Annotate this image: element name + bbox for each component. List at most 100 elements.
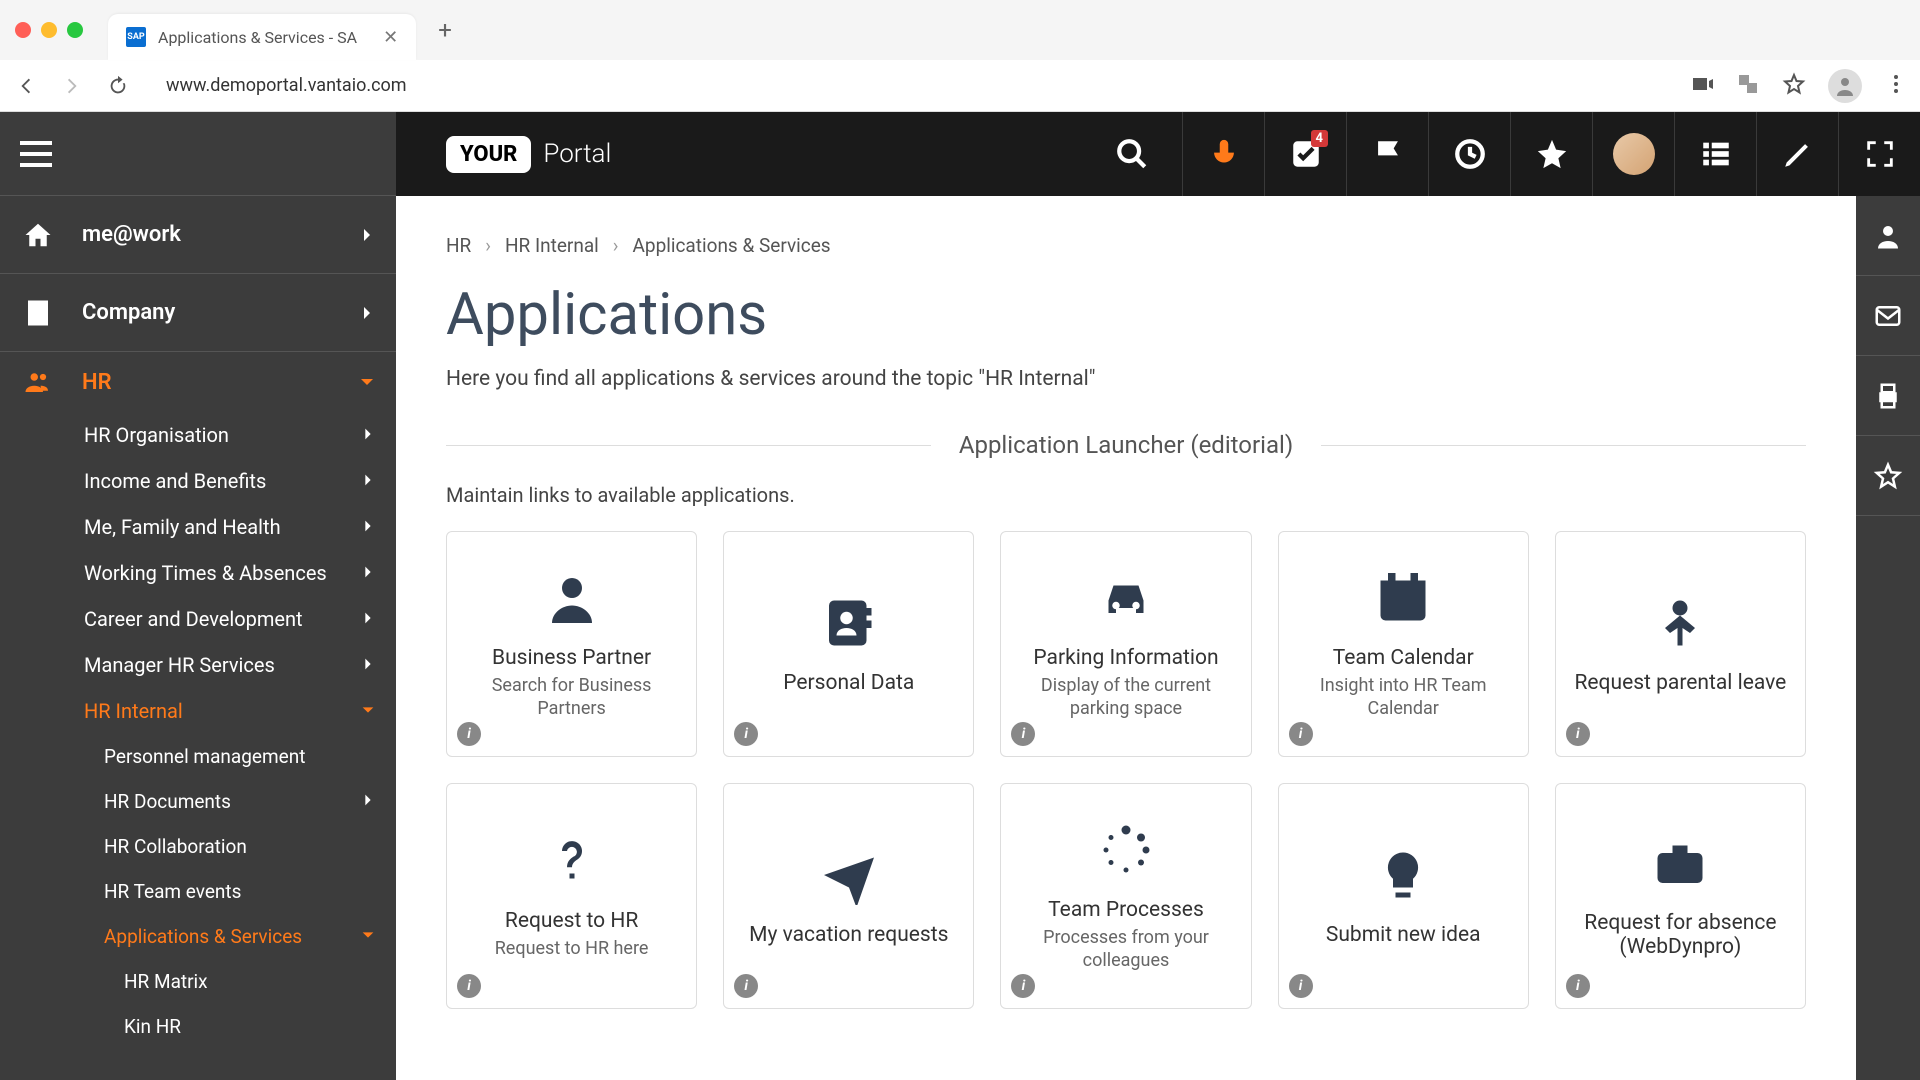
- clock-button[interactable]: [1428, 112, 1510, 196]
- breadcrumb-item: Applications & Services: [633, 234, 831, 257]
- sidebar-item-hr[interactable]: HR: [0, 352, 396, 412]
- calendar-icon: [1373, 568, 1433, 632]
- user-button[interactable]: [1856, 196, 1920, 276]
- breadcrumb-item[interactable]: HR: [446, 234, 471, 257]
- flag-icon: [1371, 137, 1405, 171]
- divider: [446, 445, 931, 446]
- tab-title: Applications & Services - SA: [158, 28, 357, 47]
- voice-button[interactable]: [1182, 112, 1264, 196]
- camera-icon[interactable]: [1690, 72, 1714, 100]
- user-icon: [1873, 221, 1903, 251]
- sidebar-item-hr-internal[interactable]: HR Internal: [0, 688, 396, 734]
- mail-button[interactable]: [1856, 276, 1920, 356]
- sidebar-item-personnel-management[interactable]: Personnel management: [0, 734, 396, 779]
- sidebar-item-hr-organisation[interactable]: HR Organisation: [0, 412, 396, 458]
- hamburger-menu-icon[interactable]: [20, 141, 52, 167]
- sidebar-item-hr-collaboration[interactable]: HR Collaboration: [0, 824, 396, 869]
- chevron-down-icon: [360, 925, 376, 948]
- close-window-button[interactable]: [15, 22, 31, 38]
- sidebar-item-applications-services[interactable]: Applications & Services: [0, 914, 396, 959]
- user-avatar-button[interactable]: [1592, 112, 1674, 196]
- building-icon: [20, 298, 56, 328]
- people-icon: [20, 367, 56, 397]
- info-icon[interactable]: i: [1566, 974, 1590, 998]
- sidebar-item-manager-hr[interactable]: Manager HR Services: [0, 642, 396, 688]
- info-icon[interactable]: i: [1566, 722, 1590, 746]
- fullscreen-button[interactable]: [1838, 112, 1920, 196]
- address-book-icon: [819, 593, 879, 657]
- app-card-request-parental-leave[interactable]: Request parental leave i: [1555, 531, 1806, 757]
- section-description: Maintain links to available applications…: [446, 483, 1806, 507]
- sidebar-item-company[interactable]: Company: [0, 274, 396, 352]
- list-view-button[interactable]: [1674, 112, 1756, 196]
- edit-button[interactable]: [1756, 112, 1838, 196]
- maximize-window-button[interactable]: [67, 22, 83, 38]
- sidebar-item-income-benefits[interactable]: Income and Benefits: [0, 458, 396, 504]
- home-icon: [20, 220, 56, 250]
- search-button[interactable]: [1082, 112, 1182, 196]
- app-card-team-processes[interactable]: Team Processes Processes from your colle…: [1000, 783, 1251, 1009]
- app-card-parking-information[interactable]: Parking Information Display of the curre…: [1000, 531, 1251, 757]
- info-icon[interactable]: i: [457, 722, 481, 746]
- search-icon: [1115, 137, 1149, 171]
- reload-button[interactable]: [104, 72, 132, 100]
- bookmark-star-icon[interactable]: [1782, 72, 1806, 100]
- profile-avatar-icon[interactable]: [1828, 69, 1862, 103]
- app-card-business-partner[interactable]: Business Partner Search for Business Par…: [446, 531, 697, 757]
- sidebar-item-hr-team-events[interactable]: HR Team events: [0, 869, 396, 914]
- tasks-button[interactable]: 4: [1264, 112, 1346, 196]
- expand-icon: [1863, 137, 1897, 171]
- flag-button[interactable]: [1346, 112, 1428, 196]
- new-tab-button[interactable]: +: [438, 16, 452, 44]
- forward-button[interactable]: [58, 72, 86, 100]
- close-tab-icon[interactable]: ✕: [383, 27, 398, 48]
- topbar: YOUR Portal 4: [396, 112, 1920, 196]
- sidebar-item-career-development[interactable]: Career and Development: [0, 596, 396, 642]
- child-icon: [1650, 593, 1710, 657]
- chevron-right-icon: [358, 304, 376, 322]
- section-heading: Application Launcher (editorial): [931, 431, 1321, 459]
- app-card-personal-data[interactable]: Personal Data i: [723, 531, 974, 757]
- app-card-request-for-absence[interactable]: Request for absence (WebDynpro) i: [1555, 783, 1806, 1009]
- info-icon[interactable]: i: [1011, 974, 1035, 998]
- translate-icon[interactable]: [1736, 72, 1760, 100]
- sidebar-header: [0, 112, 396, 196]
- back-button[interactable]: [12, 72, 40, 100]
- browser-toolbar: www.demoportal.vantaio.com: [0, 60, 1920, 112]
- info-icon[interactable]: i: [734, 722, 758, 746]
- breadcrumb-item[interactable]: HR Internal: [505, 234, 599, 257]
- info-icon[interactable]: i: [734, 974, 758, 998]
- app-card-submit-new-idea[interactable]: Submit new idea i: [1278, 783, 1529, 1009]
- chevron-right-icon: [360, 607, 376, 631]
- bookmark-button[interactable]: [1856, 436, 1920, 516]
- logo[interactable]: YOUR Portal: [396, 136, 661, 173]
- sidebar-item-label: HR: [82, 370, 358, 395]
- info-icon[interactable]: i: [1289, 974, 1313, 998]
- info-icon[interactable]: i: [1289, 722, 1313, 746]
- sidebar-item-kin-hr[interactable]: Kin HR: [0, 1004, 396, 1049]
- minimize-window-button[interactable]: [41, 22, 57, 38]
- chevron-right-icon: [360, 653, 376, 677]
- favorites-button[interactable]: [1510, 112, 1592, 196]
- chevron-right-icon: [360, 790, 376, 813]
- sidebar-item-me-family-health[interactable]: Me, Family and Health: [0, 504, 396, 550]
- url-input[interactable]: www.demoportal.vantaio.com: [156, 75, 1690, 96]
- browser-tab[interactable]: SAP Applications & Services - SA ✕: [108, 14, 416, 60]
- info-icon[interactable]: i: [1011, 722, 1035, 746]
- sidebar: me@work Company HR HR Organisation Incom…: [0, 112, 396, 1080]
- menu-dots-icon[interactable]: [1884, 72, 1908, 100]
- notification-badge: 4: [1311, 130, 1328, 147]
- sidebar-item-hr-documents[interactable]: HR Documents: [0, 779, 396, 824]
- print-button[interactable]: [1856, 356, 1920, 436]
- application-grid: Business Partner Search for Business Par…: [446, 531, 1806, 1009]
- info-icon[interactable]: i: [457, 974, 481, 998]
- favicon-icon: SAP: [126, 27, 146, 47]
- sidebar-item-me-at-work[interactable]: me@work: [0, 196, 396, 274]
- briefcase-icon: [1650, 833, 1710, 897]
- app-card-my-vacation-requests[interactable]: My vacation requests i: [723, 783, 974, 1009]
- sidebar-item-hr-matrix[interactable]: HR Matrix: [0, 959, 396, 1004]
- app-card-team-calendar[interactable]: Team Calendar Insight into HR Team Calen…: [1278, 531, 1529, 757]
- logo-text: Portal: [543, 139, 611, 169]
- sidebar-item-working-times[interactable]: Working Times & Absences: [0, 550, 396, 596]
- app-card-request-to-hr[interactable]: Request to HR Request to HR here i: [446, 783, 697, 1009]
